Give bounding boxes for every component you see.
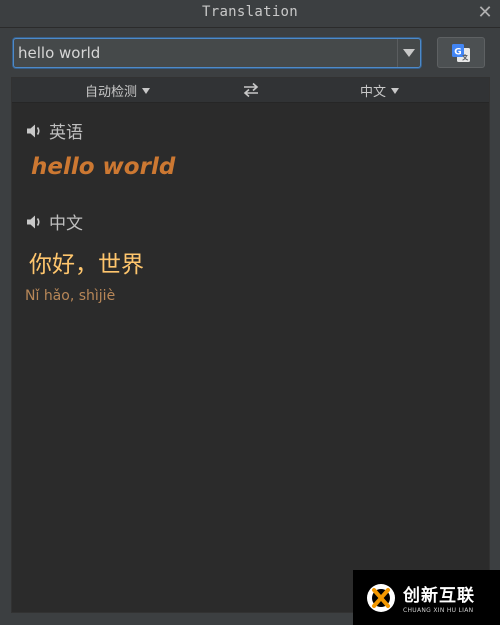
pinyin-text: Nǐ hǎo, shìjiè xyxy=(25,288,116,304)
watermark-name-cn: 创新互联 xyxy=(403,586,475,606)
language-bar: 自动检测 中文 xyxy=(12,78,489,103)
target-language-name: 中文 xyxy=(49,214,83,234)
translation-panel: 自动检测 中文 英语 hello world 中文 你好，世界 Nǐ hǎo, … xyxy=(11,77,490,613)
chevron-down-icon xyxy=(403,49,415,57)
dropdown-arrow-icon xyxy=(142,87,151,94)
source-text: hello world xyxy=(31,154,176,180)
google-translate-icon: G xyxy=(452,43,470,62)
speaker-icon[interactable] xyxy=(25,122,43,140)
text-input-box[interactable] xyxy=(13,38,421,68)
target-language-selector[interactable]: 中文 xyxy=(360,81,400,100)
title-bar: Translation ✕ xyxy=(0,0,500,28)
dropdown-arrow-icon xyxy=(391,87,400,94)
source-section-header: 英语 xyxy=(25,118,83,143)
speaker-icon[interactable] xyxy=(25,213,43,231)
source-language-name: 英语 xyxy=(49,123,83,143)
swap-icon[interactable] xyxy=(241,82,261,102)
svg-text:G: G xyxy=(454,47,461,57)
brand-logo-icon xyxy=(367,583,395,612)
source-language-label: 自动检测 xyxy=(85,85,138,100)
window-title: Translation xyxy=(201,4,299,20)
translated-text: 你好，世界 xyxy=(29,252,144,278)
source-language-selector[interactable]: 自动检测 xyxy=(85,81,151,100)
translate-button[interactable]: G xyxy=(437,37,485,68)
translate-input[interactable] xyxy=(14,39,394,67)
watermark: 创新互联 CHUANG XIN HU LIAN xyxy=(353,570,500,625)
history-dropdown-button[interactable] xyxy=(397,39,420,67)
target-language-label: 中文 xyxy=(360,85,387,100)
watermark-name-en: CHUANG XIN HU LIAN xyxy=(403,607,474,614)
target-section-header: 中文 xyxy=(25,209,83,234)
close-icon[interactable]: ✕ xyxy=(476,4,494,22)
watermark-text: 创新互联 CHUANG XIN HU LIAN xyxy=(403,581,475,614)
